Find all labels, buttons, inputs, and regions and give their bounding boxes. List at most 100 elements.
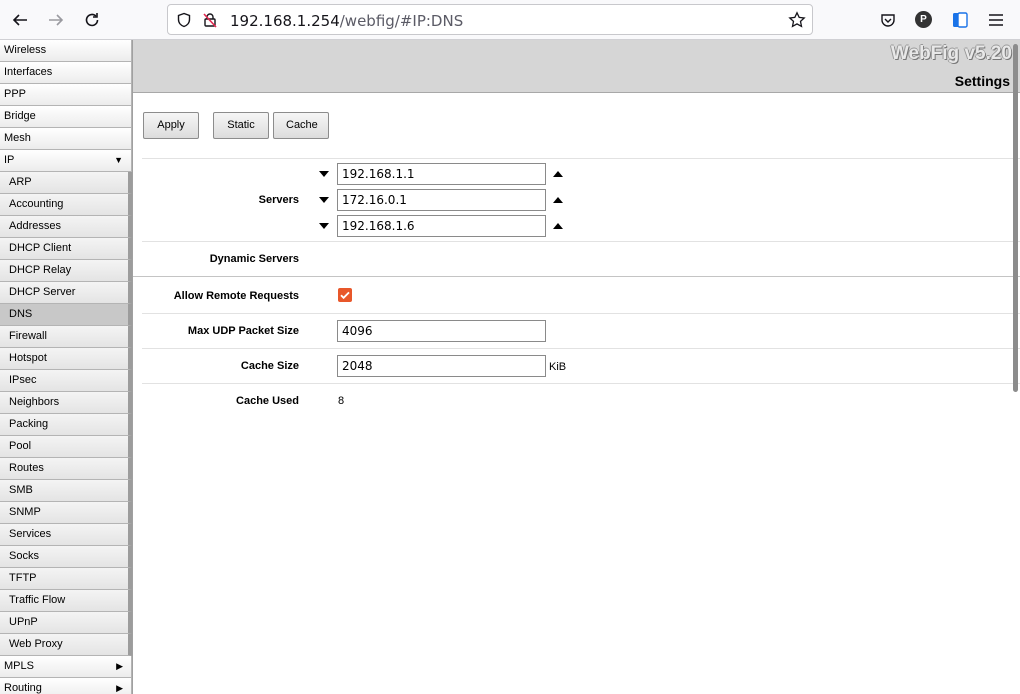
sidebar-subitem-socks[interactable]: Socks bbox=[0, 546, 132, 568]
sidebar-subitem-neighbors[interactable]: Neighbors bbox=[0, 392, 132, 414]
sidebar-subitem-addresses[interactable]: Addresses bbox=[0, 216, 132, 238]
sidebar-subitem-dhcp-client[interactable]: DHCP Client bbox=[0, 238, 132, 260]
sidebar-subitem-upnp[interactable]: UPnP bbox=[0, 612, 132, 634]
sidebar-subitem-dhcp-server[interactable]: DHCP Server bbox=[0, 282, 132, 304]
url-host: 192.168.1.254 bbox=[230, 12, 340, 30]
url-text[interactable]: 192.168.1.254/webfig/#IP:DNS bbox=[230, 12, 463, 30]
cache-size-label: Cache Size bbox=[240, 360, 299, 372]
sidebar-subitem-firewall[interactable]: Firewall bbox=[0, 326, 132, 348]
back-icon[interactable] bbox=[8, 8, 32, 32]
menu-item-label: DHCP Relay bbox=[9, 264, 72, 276]
scrollbar-thumb[interactable] bbox=[1013, 44, 1018, 392]
cache-used-value: 8 bbox=[338, 395, 345, 407]
sidebar-subitem-snmp[interactable]: SNMP bbox=[0, 502, 132, 524]
menu-item-label: Wireless bbox=[4, 44, 47, 56]
menu-item-label: SNMP bbox=[9, 506, 41, 518]
sidebar-subitem-tftp[interactable]: TFTP bbox=[0, 568, 132, 590]
sidebar-subitem-services[interactable]: Services bbox=[0, 524, 132, 546]
menu-item-label: Packing bbox=[9, 418, 49, 430]
divider bbox=[142, 313, 1020, 314]
sidebar-subitem-dns[interactable]: DNS bbox=[0, 304, 132, 326]
menu-item-label: Firewall bbox=[9, 330, 47, 342]
menu-item-label: MPLS bbox=[4, 660, 34, 672]
menu-item-label: Services bbox=[9, 528, 52, 540]
static-button[interactable]: Static bbox=[213, 112, 269, 139]
url-bar[interactable]: 192.168.1.254/webfig/#IP:DNS bbox=[167, 4, 813, 35]
shield-icon[interactable] bbox=[175, 11, 193, 29]
bookmark-star-icon[interactable] bbox=[788, 11, 806, 29]
menu-item-label: Hotspot bbox=[9, 352, 47, 364]
pocket-icon[interactable] bbox=[878, 10, 898, 30]
sidebar-subitem-pool[interactable]: Pool bbox=[0, 436, 132, 458]
move-down-icon[interactable] bbox=[319, 223, 329, 229]
cache-size-input[interactable] bbox=[337, 355, 546, 377]
sidebar-item-routing[interactable]: Routing ▶ bbox=[0, 678, 132, 694]
extension-icon[interactable] bbox=[951, 10, 969, 30]
menu-item-label: Neighbors bbox=[9, 396, 60, 408]
menu-item-label: Addresses bbox=[9, 220, 61, 232]
sidebar-subitem-packing[interactable]: Packing bbox=[0, 414, 132, 436]
sidebar-item-bridge[interactable]: Bridge bbox=[0, 106, 132, 128]
browser-toolbar: 192.168.1.254/webfig/#IP:DNS P bbox=[0, 0, 1020, 40]
menu-item-label: Routing bbox=[4, 682, 42, 694]
menu-item-label: Web Proxy bbox=[9, 638, 63, 650]
profile-icon[interactable]: P bbox=[915, 11, 932, 28]
sidebar-subitem-routes[interactable]: Routes bbox=[0, 458, 132, 480]
sidebar-subitem-ipsec[interactable]: IPsec bbox=[0, 370, 132, 392]
servers-label: Servers bbox=[258, 194, 299, 206]
main-content: WebFig v5.20 Settings Apply Static Cache… bbox=[133, 40, 1020, 694]
cache-button[interactable]: Cache bbox=[273, 112, 329, 139]
sidebar-subitem-hotspot[interactable]: Hotspot bbox=[0, 348, 132, 370]
apply-button[interactable]: Apply bbox=[143, 112, 199, 139]
sidebar-item-ppp[interactable]: PPP bbox=[0, 84, 132, 106]
dynamic-servers-label: Dynamic Servers bbox=[209, 253, 299, 265]
sidebar-subitem-dhcp-relay[interactable]: DHCP Relay bbox=[0, 260, 132, 282]
divider bbox=[142, 383, 1020, 384]
divider bbox=[142, 241, 1020, 242]
menu-item-label: DHCP Client bbox=[9, 242, 72, 254]
server-input-1[interactable] bbox=[337, 163, 546, 185]
sidebar-subitem-accounting[interactable]: Accounting bbox=[0, 194, 132, 216]
sidebar-item-wireless[interactable]: Wireless bbox=[0, 40, 132, 62]
brand-logo: WebFig v5.20 bbox=[890, 43, 1012, 64]
allow-remote-checkbox[interactable] bbox=[338, 288, 352, 302]
menu-item-label: Mesh bbox=[4, 132, 31, 144]
sidebar-subitem-arp[interactable]: ARP bbox=[0, 172, 132, 194]
page-header: WebFig v5.20 Settings bbox=[133, 40, 1020, 93]
move-up-icon[interactable] bbox=[553, 171, 563, 177]
scrollbar[interactable] bbox=[1011, 40, 1020, 694]
page-title: Settings bbox=[954, 73, 1010, 89]
reload-icon[interactable] bbox=[80, 8, 104, 32]
forward-icon[interactable] bbox=[44, 8, 68, 32]
server-input-2[interactable] bbox=[337, 189, 546, 211]
max-udp-input[interactable] bbox=[337, 320, 546, 342]
menu-item-label: ARP bbox=[9, 176, 32, 188]
menu-item-label: DNS bbox=[9, 308, 33, 320]
move-down-icon[interactable] bbox=[319, 197, 329, 203]
menu-item-label: Routes bbox=[9, 462, 44, 474]
cache-used-label: Cache Used bbox=[236, 395, 299, 407]
divider bbox=[142, 158, 1020, 159]
menu-item-label: SMB bbox=[9, 484, 33, 496]
expand-right-icon: ▶ bbox=[116, 661, 123, 671]
sidebar-subitem-web-proxy[interactable]: Web Proxy bbox=[0, 634, 132, 656]
menu-item-label: Socks bbox=[9, 550, 39, 562]
sidebar-item-ip[interactable]: IP ▼ bbox=[0, 150, 132, 172]
menu-item-label: Accounting bbox=[9, 198, 64, 210]
expand-right-icon: ▶ bbox=[116, 683, 123, 693]
move-down-icon[interactable] bbox=[319, 171, 329, 177]
menu-item-label: IP bbox=[4, 154, 15, 166]
menu-item-label: IPsec bbox=[9, 374, 37, 386]
server-input-3[interactable] bbox=[337, 215, 546, 237]
sidebar-item-interfaces[interactable]: Interfaces bbox=[0, 62, 132, 84]
sidebar-item-mesh[interactable]: Mesh bbox=[0, 128, 132, 150]
menu-icon[interactable] bbox=[987, 10, 1005, 30]
sidebar-subitem-traffic-flow[interactable]: Traffic Flow bbox=[0, 590, 132, 612]
divider bbox=[133, 276, 1020, 277]
sidebar-subitem-smb[interactable]: SMB bbox=[0, 480, 132, 502]
move-up-icon[interactable] bbox=[553, 197, 563, 203]
insecure-lock-icon[interactable] bbox=[201, 11, 219, 29]
profile-initial: P bbox=[920, 14, 927, 25]
sidebar-item-mpls[interactable]: MPLS ▶ bbox=[0, 656, 132, 678]
move-up-icon[interactable] bbox=[553, 223, 563, 229]
